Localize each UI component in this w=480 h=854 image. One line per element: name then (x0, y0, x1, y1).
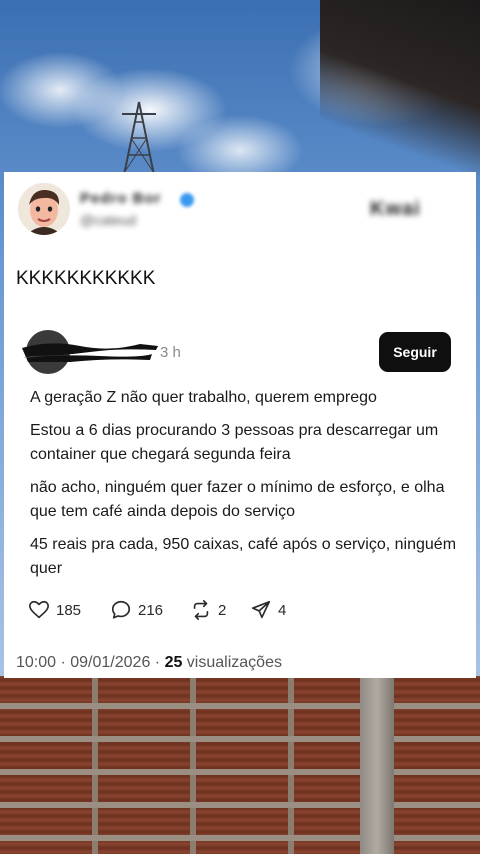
comment-icon (111, 600, 131, 619)
antenna-tower (122, 101, 156, 175)
author-avatar[interactable] (18, 183, 70, 235)
views-label: visualizações (182, 654, 282, 671)
post-card: Pedro Bor @cateud Kwai KKKKKKKKKKK 3 h S… (4, 172, 476, 678)
author-handle[interactable]: @cateud (80, 212, 136, 228)
verified-badge-icon (180, 193, 194, 207)
repost-button[interactable]: 2 (190, 598, 226, 622)
follow-button[interactable]: Seguir (379, 332, 451, 372)
quoted-post-time: 3 h (160, 344, 181, 361)
background-roof (320, 0, 480, 180)
author-name[interactable]: Pedro Bor (80, 190, 162, 207)
quoted-post-body: A geração Z não quer trabalho, querem em… (30, 386, 460, 590)
repost-count: 2 (218, 601, 227, 619)
views-count: 25 (164, 654, 183, 671)
repost-icon (193, 600, 209, 620)
share-count: 4 (278, 601, 287, 619)
post-meta: 10:00 · 09/01/2026 · 25 visualizações (16, 654, 282, 672)
share-button[interactable]: 4 (250, 598, 286, 622)
background-brick-wall (0, 676, 480, 854)
post-timestamp: 10:00 · 09/01/2026 · (16, 654, 165, 671)
like-button[interactable]: 185 (28, 598, 81, 622)
quoted-paragraph: A geração Z não quer trabalho, querem em… (30, 389, 377, 406)
like-count: 185 (56, 601, 82, 619)
redaction-scribble (22, 343, 158, 362)
reply-count: 216 (138, 601, 164, 619)
send-icon (251, 600, 271, 619)
reply-button[interactable]: 216 (110, 598, 163, 622)
brand-logo: Kwai (370, 198, 421, 220)
quoted-paragraph: 45 reais pra cada, 950 caixas, café após… (30, 536, 457, 577)
post-actions-bar: 185 216 2 4 (28, 598, 328, 622)
background-pillar (360, 676, 394, 854)
heart-icon (29, 600, 49, 619)
post-text: KKKKKKKKKKK (16, 268, 156, 289)
cartoon-face-icon (18, 183, 70, 235)
quoted-paragraph: não acho, ninguém quer fazer o mínimo de… (30, 479, 445, 520)
quoted-paragraph: Estou a 6 dias procurando 3 pessoas pra … (30, 422, 439, 463)
